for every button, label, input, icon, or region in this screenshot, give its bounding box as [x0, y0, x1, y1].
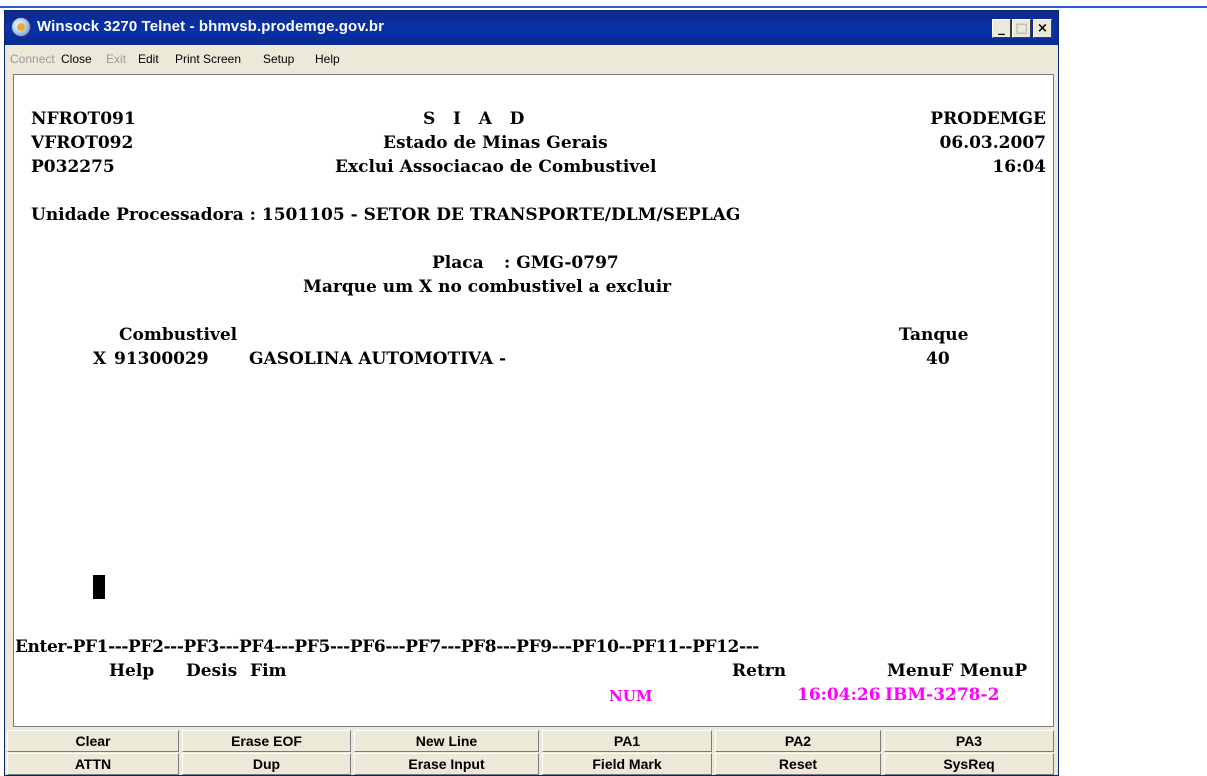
desktop-top-line: [0, 6, 1207, 8]
menu-print-screen[interactable]: Print Screen: [175, 52, 241, 66]
placa-label: Placa: [432, 253, 484, 273]
pf2-label-desis: Desis: [186, 661, 238, 681]
placa-value: : GMG-0797: [504, 253, 619, 273]
system-name: S I A D: [423, 109, 525, 129]
erase-input-button[interactable]: Erase Input: [354, 753, 539, 775]
clear-button[interactable]: Clear: [7, 730, 179, 752]
pa2-button[interactable]: PA2: [715, 730, 881, 752]
pf12-label-menup: MenuP: [960, 661, 1028, 681]
menu-exit[interactable]: Exit: [106, 52, 126, 66]
status-terminal-type: IBM-3278-2: [885, 685, 1000, 705]
user-id: P032275: [31, 157, 115, 177]
menu-edit[interactable]: Edit: [138, 52, 159, 66]
row-tank-capacity: 40: [926, 349, 950, 369]
menu-connect[interactable]: Connect: [10, 52, 55, 66]
status-num: NUM: [609, 687, 653, 705]
function-keypad: Clear Erase EOF New Line PA1 PA2 PA3 ATT…: [5, 728, 1058, 776]
window-title: Winsock 3270 Telnet - bhmvsb.prodemge.go…: [37, 18, 385, 35]
pf1-label-help: Help: [109, 661, 155, 681]
pf11-label-menuf: MenuF: [887, 661, 954, 681]
dup-button[interactable]: Dup: [182, 753, 351, 775]
screen-title: Exclui Associacao de Combustivel: [335, 157, 657, 177]
screen-time: 16:04: [992, 157, 1046, 177]
menu-help[interactable]: Help: [315, 52, 340, 66]
company-name: PRODEMGE: [930, 109, 1046, 129]
instruction-text: Marque um X no combustivel a excluir: [303, 277, 672, 297]
new-line-button[interactable]: New Line: [354, 730, 539, 752]
close-window-button[interactable]: ×: [1033, 19, 1052, 38]
row-fuel-code: 91300029: [114, 349, 209, 369]
telnet-window: Winsock 3270 Telnet - bhmvsb.prodemge.go…: [4, 10, 1059, 776]
maximize-button[interactable]: □: [1012, 19, 1031, 38]
menu-setup[interactable]: Setup: [263, 52, 294, 66]
pa1-button[interactable]: PA1: [542, 730, 712, 752]
title-bar[interactable]: Winsock 3270 Telnet - bhmvsb.prodemge.go…: [5, 11, 1058, 45]
row-fuel-name: GASOLINA AUTOMOTIVA -: [249, 349, 507, 369]
state-name: Estado de Minas Gerais: [383, 133, 608, 153]
column-tanque: Tanque: [899, 325, 969, 345]
field-mark-button[interactable]: Field Mark: [542, 753, 712, 775]
erase-eof-button[interactable]: Erase EOF: [182, 730, 351, 752]
row-select-mark[interactable]: X: [93, 349, 106, 369]
terminal-cursor: [93, 575, 105, 599]
unidade-processadora: Unidade Processadora : 1501105 - SETOR D…: [31, 205, 741, 225]
program-id-1: NFROT091: [31, 109, 136, 129]
minimize-button[interactable]: _: [992, 19, 1011, 38]
status-clock: 16:04:26: [797, 685, 881, 705]
pf9-label-retrn: Retrn: [732, 661, 787, 681]
attn-button[interactable]: ATTN: [7, 753, 179, 775]
terminal-screen[interactable]: NFROT091 VFROT092 P032275 S I A D Estado…: [13, 74, 1054, 727]
program-id-2: VFROT092: [31, 133, 134, 153]
screen-date: 06.03.2007: [939, 133, 1046, 153]
reset-button[interactable]: Reset: [715, 753, 881, 775]
pf3-label-fim: Fim: [250, 661, 287, 681]
sysreq-button[interactable]: SysReq: [884, 753, 1054, 775]
menu-close[interactable]: Close: [61, 52, 92, 66]
column-combustivel: Combustivel: [119, 325, 238, 345]
pf-key-line: Enter-PF1---PF2---PF3---PF4---PF5---PF6-…: [15, 637, 759, 657]
winsock-app-icon[interactable]: [11, 17, 31, 37]
pa3-button[interactable]: PA3: [884, 730, 1054, 752]
menu-bar: Connect Close Exit Edit Print Screen Set…: [5, 47, 1058, 71]
